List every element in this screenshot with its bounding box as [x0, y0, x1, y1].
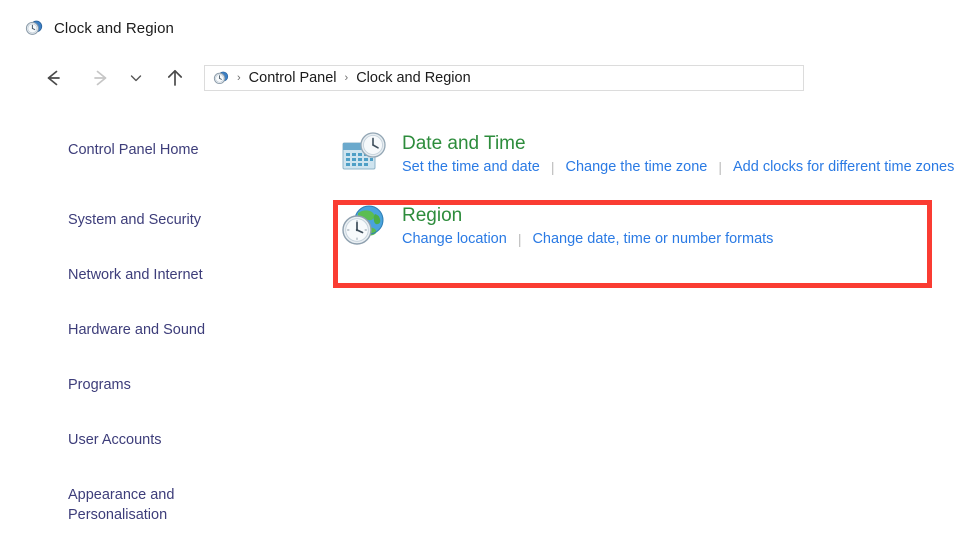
sidebar-item-network-and-internet[interactable]: Network and Internet: [0, 245, 320, 285]
category-body: Date and Time Set the time and date | Ch…: [402, 130, 954, 177]
arrow-left-icon: [42, 67, 64, 89]
sidebar-item-label: User Accounts: [68, 432, 162, 448]
sidebar-item-appearance-and-personalisation[interactable]: Appearance and Personalisation: [0, 465, 320, 525]
sidebar-item-system-and-security[interactable]: System and Security: [0, 190, 320, 230]
up-one-level-button[interactable]: [160, 63, 190, 93]
sidebar-item-label: Network and Internet: [68, 267, 203, 283]
category-links: Set the time and date | Change the time …: [402, 157, 954, 177]
clock-region-icon: [212, 69, 230, 87]
link-divider: |: [718, 159, 722, 175]
sidebar-item-label: Appearance and Personalisation: [68, 487, 175, 523]
link-divider: |: [550, 159, 555, 175]
arrow-right-icon: [90, 67, 112, 89]
breadcrumb-separator: ›: [344, 72, 349, 84]
breadcrumb-clock-and-region[interactable]: Clock and Region: [351, 70, 475, 86]
link-change-the-time-zone[interactable]: Change the time zone: [565, 157, 707, 177]
link-add-clocks-for-different-time-zones[interactable]: Add clocks for different time zones: [733, 157, 954, 177]
category-date-and-time: Date and Time Set the time and date | Ch…: [340, 130, 954, 178]
sidebar: Control Panel Home System and Security N…: [0, 120, 320, 540]
sidebar-item-label: Hardware and Sound: [68, 322, 206, 338]
back-button[interactable]: [38, 63, 68, 93]
control-panel-window: Clock and Region › Control Panel › Clock…: [0, 0, 960, 540]
globe-clock-icon: [340, 202, 388, 250]
link-set-the-time-and-date[interactable]: Set the time and date: [402, 157, 540, 177]
title-bar: Clock and Region: [0, 0, 960, 56]
link-change-location[interactable]: Change location: [402, 229, 507, 249]
sidebar-item-label: System and Security: [68, 212, 201, 228]
recent-locations-button[interactable]: [126, 63, 146, 93]
sidebar-item-hardware-and-sound[interactable]: Hardware and Sound: [0, 300, 320, 340]
link-divider: |: [517, 231, 522, 247]
link-change-date-time-or-number-formats[interactable]: Change date, time or number formats: [532, 229, 773, 249]
forward-button[interactable]: [86, 63, 116, 93]
breadcrumb-control-panel[interactable]: Control Panel: [244, 70, 342, 86]
sidebar-item-label: Programs: [68, 377, 131, 393]
navigation-bar: › Control Panel › Clock and Region: [0, 58, 960, 98]
sidebar-item-user-accounts[interactable]: User Accounts: [0, 410, 320, 450]
category-title[interactable]: Date and Time: [402, 132, 954, 156]
breadcrumb-separator: ›: [237, 72, 241, 84]
sidebar-item-programs[interactable]: Programs: [0, 355, 320, 395]
window-title: Clock and Region: [54, 19, 175, 37]
chevron-down-icon: [129, 71, 143, 85]
address-bar[interactable]: › Control Panel › Clock and Region: [204, 65, 804, 91]
arrow-up-icon: [164, 67, 186, 89]
window-clip: Clock and Region › Control Panel › Clock…: [0, 0, 960, 540]
category-body: Region Change location | Change date, ti…: [402, 202, 773, 249]
category-links: Change location | Change date, time or n…: [402, 229, 773, 249]
clock-region-icon: [24, 18, 44, 38]
calendar-clock-icon: [340, 130, 388, 178]
category-region: Region Change location | Change date, ti…: [340, 202, 773, 250]
sidebar-item-label: Control Panel Home: [68, 142, 199, 158]
sidebar-item-control-panel-home[interactable]: Control Panel Home: [0, 120, 320, 160]
category-title[interactable]: Region: [402, 204, 773, 228]
